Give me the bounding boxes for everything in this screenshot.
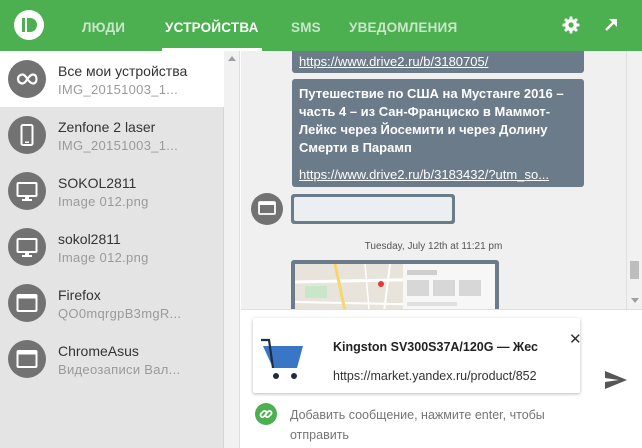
device-item-all[interactable]: Все мои устройства IMG_20151003_1... (0, 51, 224, 107)
send-icon[interactable] (604, 370, 628, 390)
tab-notifications[interactable]: УВЕДОМЛЕНИЯ (349, 0, 457, 51)
device-subtitle: QO0mqrgpB3mgR... (58, 306, 182, 321)
push-history: https://www.drive2.ru/b/3180705/ Путешес… (241, 51, 626, 309)
scroll-up-arrow-icon[interactable] (228, 56, 236, 61)
device-item-zenfone[interactable]: Zenfone 2 laser IMG_20151003_1... (0, 107, 224, 163)
tab-people[interactable]: ЛЮДИ (82, 0, 125, 51)
tab-devices[interactable]: УСТРОЙСТВА (162, 0, 262, 51)
device-subtitle: IMG_20151003_1... (58, 138, 179, 153)
device-sidebar: Все мои устройства IMG_20151003_1... Zen… (0, 51, 224, 448)
scrollbar-thumb[interactable] (630, 261, 639, 279)
desktop-icon (251, 193, 283, 225)
message-input[interactable] (290, 405, 590, 445)
desktop-icon (8, 172, 46, 210)
browser-icon (8, 284, 46, 322)
device-name: Firefox (58, 287, 101, 303)
sidebar-scrollbar[interactable] (224, 51, 240, 448)
timestamp: Tuesday, July 12th at 11:21 pm (364, 241, 503, 252)
app-window: ЛЮДИ УСТРОЙСТВА SMS УВЕДОМЛЕНИЯ Все мои … (0, 0, 642, 448)
map-screenshot-thumbnail[interactable] (295, 264, 495, 309)
device-name: SOKOL2811 (58, 175, 137, 191)
message-content-placeholder (294, 197, 452, 221)
device-subtitle: Image 012.png (58, 194, 149, 209)
browser-icon (8, 340, 46, 378)
chat-scrollbar[interactable] (626, 51, 642, 309)
device-subtitle: Видеозаписи Вал... (58, 362, 181, 377)
gear-icon[interactable] (561, 15, 581, 35)
link-preview-title: Kingston SV300S37A/120G — Жес (333, 340, 538, 354)
top-bar: ЛЮДИ УСТРОЙСТВА SMS УВЕДОМЛЕНИЯ (0, 0, 642, 51)
message-bubble (291, 194, 455, 224)
message-title: Путешествие по США на Мустанге 2016 – ча… (299, 86, 564, 155)
compose-area: Kingston SV300S37A/120G — Жес https://ma… (241, 309, 642, 448)
device-name: ChromeAsus (58, 343, 139, 359)
attach-link-icon[interactable] (255, 403, 277, 425)
device-name: sokol2811 (58, 231, 121, 247)
device-item-sokol-lower[interactable]: sokol2811 Image 012.png (0, 219, 224, 275)
close-icon[interactable]: ✕ (569, 332, 580, 347)
desktop-icon (8, 228, 46, 266)
pushbullet-logo-icon[interactable] (14, 10, 44, 40)
scroll-down-arrow-icon[interactable] (631, 298, 639, 303)
link-preview-card: Kingston SV300S37A/120G — Жес https://ma… (253, 318, 580, 393)
infinity-icon (8, 60, 46, 98)
device-name: Все мои устройства (58, 63, 188, 79)
message-bubble (291, 260, 499, 309)
shopping-cart-icon (261, 328, 313, 384)
device-item-chromeasus[interactable]: ChromeAsus Видеозаписи Вал... (0, 331, 224, 387)
device-subtitle: Image 012.png (58, 250, 149, 265)
message-bubble: https://www.drive2.ru/b/3180705/ (292, 51, 584, 73)
expand-arrow-icon[interactable] (601, 15, 621, 35)
device-item-sokol-upper[interactable]: SOKOL2811 Image 012.png (0, 163, 224, 219)
device-item-firefox[interactable]: Firefox QO0mqrgpB3mgR... (0, 275, 224, 331)
phone-icon (8, 116, 46, 154)
device-subtitle: IMG_20151003_1... (58, 82, 179, 97)
link-preview-url: https://market.yandex.ru/product/852 (333, 369, 537, 383)
message-link[interactable]: https://www.drive2.ru/b/3180705/ (299, 54, 488, 69)
message-bubble: Путешествие по США на Мустанге 2016 – ча… (292, 79, 584, 187)
tab-sms[interactable]: SMS (291, 0, 321, 51)
device-name: Zenfone 2 laser (58, 119, 156, 135)
message-link[interactable]: https://www.drive2.ru/b/3183432/?utm_so.… (299, 167, 579, 182)
